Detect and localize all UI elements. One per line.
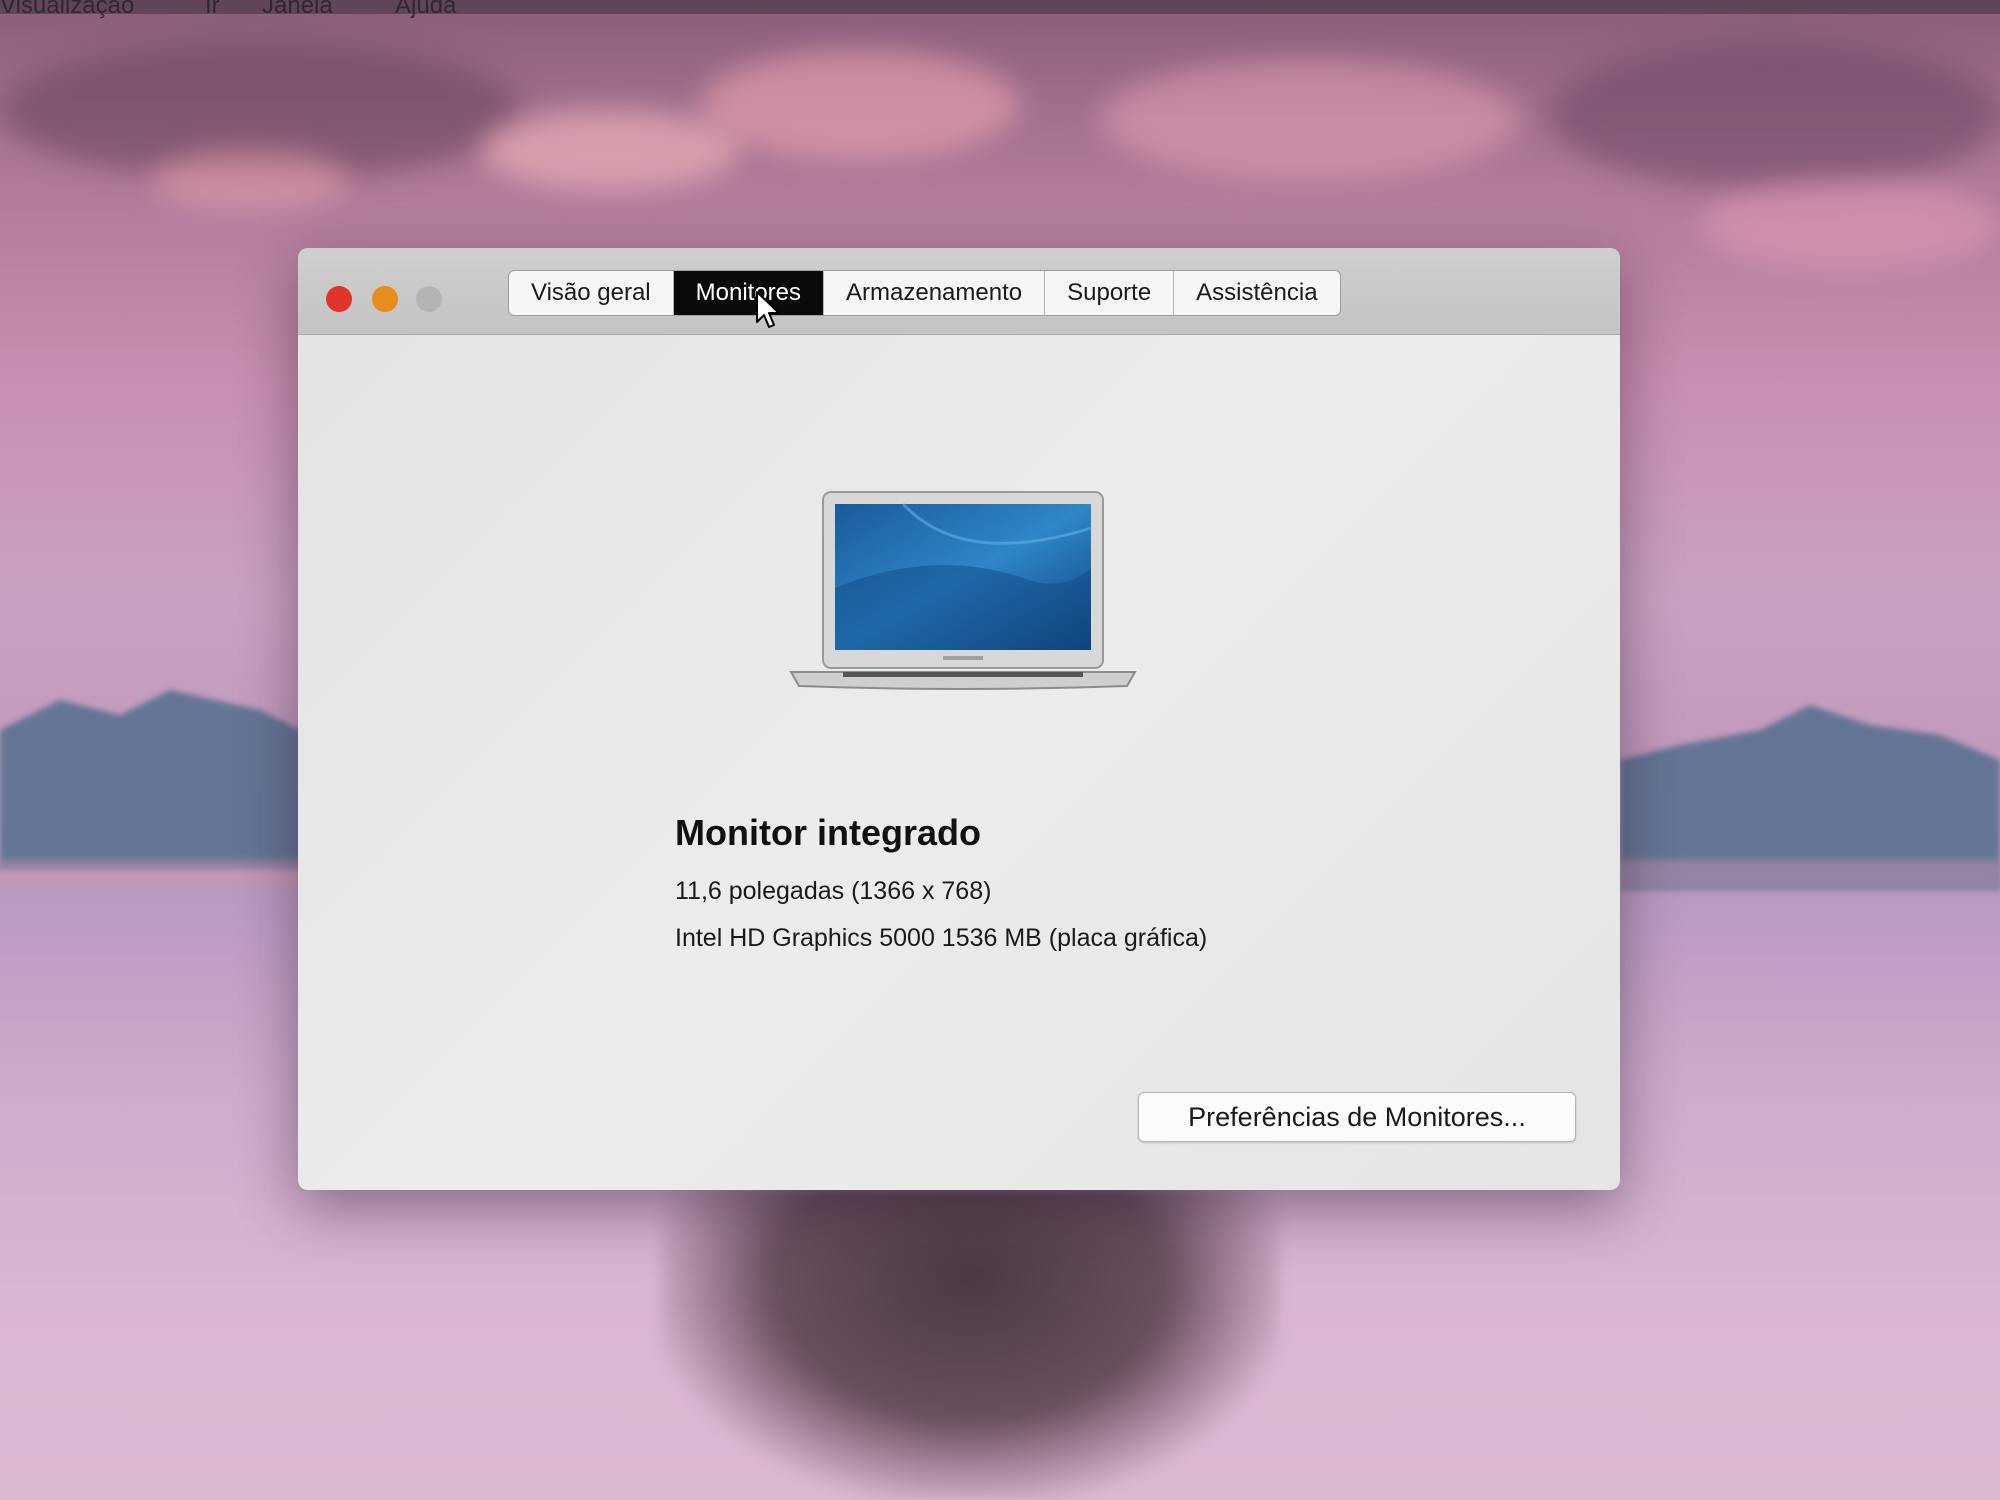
close-icon[interactable] (326, 286, 352, 312)
menu-item-visualizacao[interactable]: Visualização (0, 0, 134, 20)
tab-assistencia[interactable]: Assistência (1174, 271, 1339, 315)
tab-monitores[interactable]: Monitores (673, 271, 825, 315)
mountain (0, 690, 320, 870)
cloud (1700, 180, 2000, 270)
macbook-air-icon (789, 491, 1137, 690)
display-preferences-button[interactable]: Preferências de Monitores... (1138, 1092, 1576, 1142)
zoom-icon (416, 286, 442, 312)
cloud (480, 110, 740, 190)
cloud (150, 150, 350, 210)
menu-item-ir[interactable]: Ir (205, 0, 220, 20)
reflection (660, 1185, 1280, 1500)
cloud (700, 50, 1020, 160)
cloud (1100, 60, 1520, 180)
segmented-tab-control: Visão geral Monitores Armazenamento Supo… (508, 270, 1341, 316)
tab-visao-geral[interactable]: Visão geral (509, 271, 674, 315)
tab-suporte[interactable]: Suporte (1045, 271, 1175, 315)
pointer-cursor-icon (756, 291, 780, 328)
cloud (1550, 40, 2000, 190)
display-name: Monitor integrado (675, 812, 981, 853)
minimize-icon[interactable] (372, 286, 398, 312)
display-size-resolution: 11,6 polegadas (1366 x 768) (675, 877, 992, 905)
tab-armazenamento[interactable]: Armazenamento (824, 271, 1046, 315)
menu-item-janela[interactable]: Janela (262, 0, 333, 20)
window-titlebar: Visão geral Monitores Armazenamento Supo… (298, 248, 1620, 335)
graphics-card-info: Intel HD Graphics 5000 1536 MB (placa gr… (675, 924, 1208, 952)
menu-bar: Visualização Ir Janela Ajuda (0, 0, 2000, 19)
menu-item-ajuda[interactable]: Ajuda (395, 0, 456, 20)
about-this-mac-window: Visão geral Monitores Armazenamento Supo… (298, 248, 1620, 1190)
